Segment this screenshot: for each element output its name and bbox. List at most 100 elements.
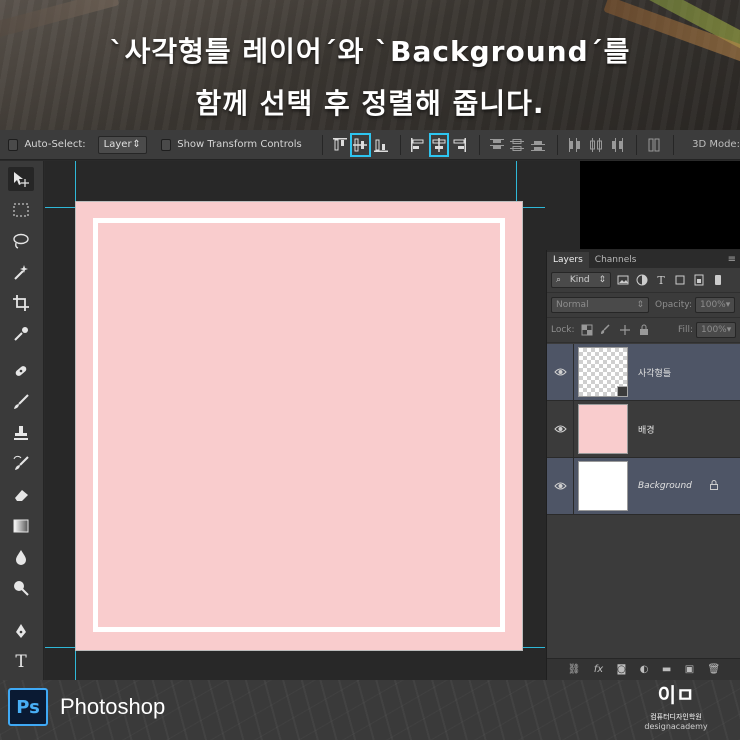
shape-filter-icon[interactable]	[673, 273, 687, 287]
chevron-down-icon: ▾	[726, 325, 732, 335]
pen-tool[interactable]	[8, 619, 34, 643]
distribute-bottom-button[interactable]	[529, 134, 548, 156]
align-right-edges-button[interactable]	[450, 134, 469, 156]
adjustment-filter-icon[interactable]	[635, 273, 649, 287]
banner-line-2: 함께 선택 후 정렬해 줍니다.	[195, 87, 545, 120]
layer-row-rectangle-frame[interactable]: 사각형틀	[547, 343, 740, 401]
layers-list: 사각형틀 배경 Background	[547, 343, 740, 515]
type-tool-icon: T	[15, 652, 27, 672]
healing-brush-tool[interactable]	[8, 359, 34, 383]
marquee-tool[interactable]	[8, 198, 34, 222]
align-right-edges-icon	[453, 137, 467, 152]
eyedropper-icon	[14, 327, 28, 341]
app-name: Photoshop	[60, 694, 166, 719]
brush-tool[interactable]	[8, 390, 34, 414]
clone-stamp-tool[interactable]	[8, 421, 34, 445]
stepper-arrows-icon: ⇕	[598, 275, 606, 285]
type-filter-icon[interactable]: T	[654, 273, 668, 287]
new-layer-icon[interactable]: ▣	[685, 664, 694, 675]
layer-name: 사각형틀	[638, 368, 672, 379]
add-mask-icon[interactable]: ◙	[617, 664, 627, 675]
lock-position-icon[interactable]	[618, 323, 632, 337]
shape-layer-badge-icon	[617, 386, 628, 397]
pixel-filter-icon[interactable]	[616, 273, 630, 287]
layer-thumbnail	[578, 461, 628, 511]
auto-align-icon	[648, 138, 660, 151]
distribute-horizontal-centers-button[interactable]	[587, 134, 606, 156]
blur-tool[interactable]	[8, 545, 34, 569]
dodge-tool[interactable]	[8, 576, 34, 600]
opacity-field[interactable]: 100% ▾	[695, 297, 735, 313]
smart-object-filter-icon[interactable]	[692, 273, 706, 287]
blend-mode-dropdown[interactable]: Normal ⇕	[551, 297, 649, 313]
align-left-edges-button[interactable]	[409, 134, 428, 156]
adjustment-layer-icon[interactable]: ◐	[640, 664, 649, 675]
distribute-horizontal-centers-icon	[589, 137, 602, 152]
align-horizontal-centers-button[interactable]	[428, 132, 450, 157]
tab-layers[interactable]: Layers	[547, 252, 589, 268]
banner-line-1: `사각형틀 레이어´와 `Background´를	[109, 35, 631, 68]
rectangle-frame-shape[interactable]	[93, 218, 505, 632]
history-brush-tool[interactable]	[8, 452, 34, 476]
eraser-tool[interactable]	[8, 483, 34, 507]
distribute-top-button[interactable]	[488, 134, 507, 156]
stamp-icon	[14, 426, 28, 440]
divider	[573, 457, 574, 515]
align-vertical-centers-icon	[353, 138, 368, 151]
filter-kind-dropdown[interactable]: ⌕ Kind ⇕	[551, 272, 611, 288]
gradient-tool[interactable]	[8, 514, 34, 538]
show-transform-checkbox[interactable]	[160, 138, 172, 151]
magic-wand-icon	[14, 265, 28, 280]
tab-channels[interactable]: Channels	[589, 252, 643, 268]
move-tool-icon	[14, 172, 29, 187]
auto-select-checkbox[interactable]	[8, 138, 19, 151]
distribute-vertical-centers-button[interactable]	[508, 134, 527, 156]
panel-menu-icon[interactable]: ≡	[728, 254, 736, 265]
lock-all-icon[interactable]	[637, 323, 651, 337]
align-top-edges-button[interactable]	[331, 134, 350, 156]
visibility-eye-icon[interactable]	[547, 424, 573, 434]
divider	[573, 400, 574, 458]
history-brush-icon	[13, 455, 29, 470]
blend-mode-value: Normal	[556, 300, 589, 310]
layer-style-fx-button[interactable]: fx	[594, 664, 603, 675]
pen-icon	[16, 624, 26, 638]
visibility-eye-icon[interactable]	[547, 367, 573, 377]
visibility-eye-icon[interactable]	[547, 481, 573, 491]
divider	[321, 134, 323, 155]
document-canvas[interactable]	[75, 201, 523, 651]
crop-tool[interactable]	[8, 291, 34, 315]
auto-select-dropdown[interactable]: Layer ⇕	[97, 135, 147, 154]
filter-toggle-icon[interactable]	[711, 273, 725, 287]
align-left-edges-icon	[411, 137, 424, 152]
align-vertical-centers-button[interactable]	[350, 132, 371, 157]
lock-row: Lock: Fill: 100% ▾	[547, 318, 740, 343]
academy-logo: 이ㅁ 컴퓨터디자인학원 designacademy	[626, 684, 726, 738]
distribute-top-icon	[489, 138, 504, 149]
lock-transparent-icon[interactable]	[580, 323, 594, 337]
magic-wand-tool[interactable]	[8, 260, 34, 284]
distribute-right-button[interactable]	[607, 134, 626, 156]
lasso-tool[interactable]	[8, 229, 34, 253]
layer-row-background-pink[interactable]: 배경	[547, 400, 740, 458]
auto-align-layers-button[interactable]	[645, 134, 664, 156]
footer-branding: Ps Photoshop 이ㅁ 컴퓨터디자인학원 designacademy	[0, 680, 740, 740]
link-layers-icon[interactable]: ⛓	[568, 664, 581, 675]
eyedropper-tool[interactable]	[8, 322, 34, 346]
new-group-folder-icon[interactable]: ▬	[662, 664, 671, 675]
layer-thumbnail	[578, 347, 628, 397]
move-tool[interactable]	[8, 167, 34, 191]
type-tool[interactable]: T	[8, 650, 34, 674]
distribute-left-button[interactable]	[566, 134, 585, 156]
crop-icon	[13, 295, 29, 311]
lock-pixels-icon[interactable]	[599, 323, 613, 337]
gradient-icon	[13, 519, 29, 533]
fill-field[interactable]: 100% ▾	[696, 322, 736, 338]
divider	[400, 134, 402, 155]
dodge-icon	[14, 581, 29, 596]
layer-row-background[interactable]: Background	[547, 457, 740, 515]
align-bottom-edges-button[interactable]	[372, 134, 391, 156]
lasso-icon	[13, 233, 29, 249]
trash-icon[interactable]: 🗑	[708, 664, 721, 675]
show-transform-label: Show Transform Controls	[177, 139, 302, 150]
